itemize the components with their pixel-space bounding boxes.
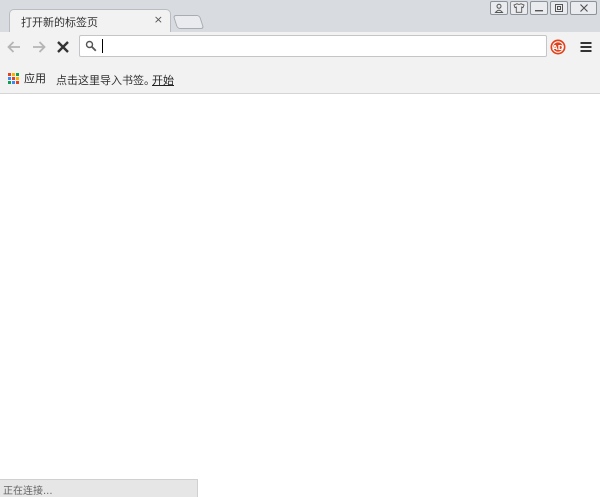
- text-caret: [102, 39, 103, 53]
- apps-shortcut[interactable]: 应用: [8, 70, 46, 86]
- skin-button[interactable]: [510, 1, 528, 15]
- window-controls: [488, 1, 597, 15]
- menu-button[interactable]: [577, 38, 595, 56]
- close-window-button[interactable]: [570, 1, 597, 15]
- status-text: 正在连接...: [3, 486, 53, 497]
- bookmarks-bar: 应用 点击这里导入书签。 开始: [0, 61, 600, 94]
- apps-label: 应用: [24, 72, 46, 85]
- forward-button[interactable]: [30, 38, 48, 56]
- back-button[interactable]: [5, 38, 23, 56]
- import-start-link[interactable]: 开始: [152, 72, 174, 88]
- restore-button[interactable]: [550, 1, 568, 15]
- minimize-icon: [535, 10, 543, 12]
- tab-title: 打开新的标签页: [21, 16, 98, 29]
- svg-text:AD: AD: [552, 44, 563, 52]
- page-content: [0, 94, 600, 497]
- address-bar[interactable]: [79, 35, 547, 57]
- search-icon: [85, 40, 97, 52]
- address-input[interactable]: [101, 38, 511, 54]
- new-tab-button[interactable]: [172, 15, 205, 29]
- forward-icon: [33, 41, 46, 53]
- adblock-icon: AD: [550, 39, 566, 55]
- menu-icon: [580, 42, 592, 52]
- import-bookmarks-hint: 点击这里导入书签。: [56, 74, 155, 87]
- status-bar: 正在连接...: [0, 479, 198, 497]
- adblock-button[interactable]: AD: [549, 38, 567, 56]
- minimize-button[interactable]: [530, 1, 548, 15]
- apps-grid-icon: [8, 72, 19, 84]
- stop-button[interactable]: [54, 38, 72, 56]
- user-icon: [494, 3, 504, 13]
- skin-icon: [513, 3, 525, 13]
- stop-icon: [57, 41, 69, 53]
- user-button[interactable]: [490, 1, 508, 15]
- restore-icon: [555, 4, 563, 12]
- tab-new-tab[interactable]: 打开新的标签页 ×: [9, 9, 171, 32]
- back-icon: [7, 41, 20, 53]
- tab-close-button[interactable]: ×: [154, 13, 163, 27]
- close-icon: [579, 4, 588, 12]
- title-bar: 打开新的标签页 ×: [0, 0, 600, 32]
